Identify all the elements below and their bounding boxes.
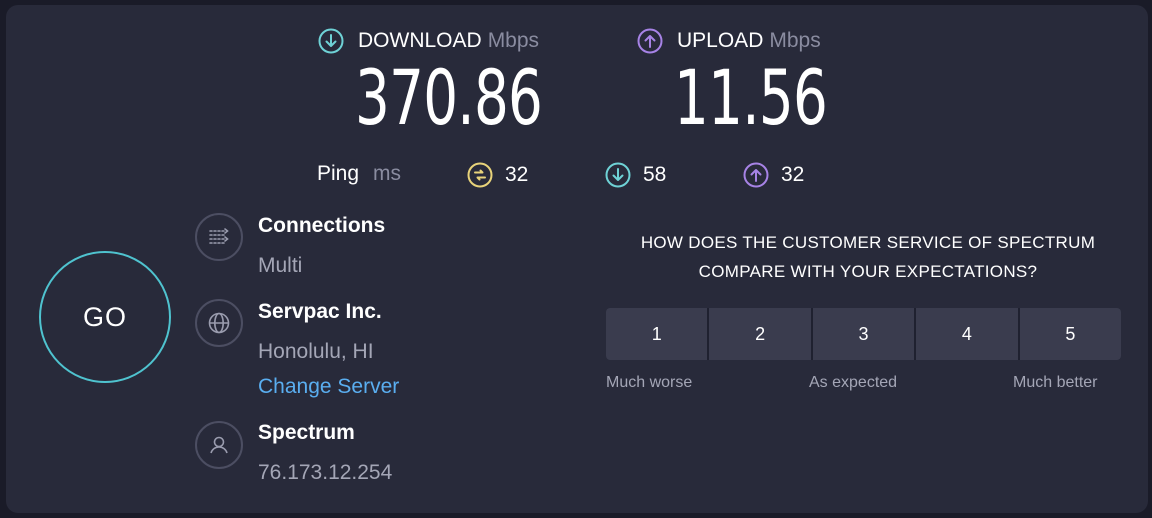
server-title: Servpac Inc. [258, 300, 382, 323]
rating-scale: 1 2 3 4 5 [606, 308, 1121, 360]
arrow-down-circle-icon [318, 28, 344, 54]
change-server-link[interactable]: Change Server [258, 375, 399, 399]
connections-icon [195, 213, 243, 261]
connections-title: Connections [258, 214, 386, 237]
rating-option-4[interactable]: 4 [916, 308, 1018, 360]
rating-option-1[interactable]: 1 [606, 308, 708, 360]
upload-label: UPLOAD [677, 29, 764, 52]
ping-unit: ms [373, 162, 402, 185]
rating-option-5[interactable]: 5 [1019, 308, 1121, 360]
arrow-up-circle-icon [637, 28, 663, 54]
provider-title: Spectrum [258, 421, 355, 444]
ping-upload: 32 [743, 162, 804, 188]
download-unit: Mbps [487, 29, 540, 52]
survey-question-line1: HOW DOES THE CUSTOMER SERVICE OF SPECTRU… [640, 233, 1096, 252]
survey-question: HOW DOES THE CUSTOMER SERVICE OF SPECTRU… [598, 228, 1138, 286]
server-location: Honolulu, HI [258, 340, 374, 363]
speedtest-panel: DOWNLOAD Mbps 370.86 UPLOAD Mbps 11.56 P… [6, 5, 1148, 513]
ping-idle: 32 [467, 162, 528, 188]
connections-value: Multi [258, 254, 303, 277]
upload-unit: Mbps [769, 29, 821, 52]
rating-label-mid: As expected [809, 374, 898, 391]
rating-label-high: Much better [1013, 374, 1098, 391]
jitter-icon [467, 162, 493, 188]
download-header: DOWNLOAD Mbps [318, 28, 539, 54]
upload-header: UPLOAD Mbps [637, 28, 821, 54]
rating-option-3[interactable]: 3 [812, 308, 915, 360]
globe-icon [195, 299, 243, 347]
ping-label: Ping [317, 162, 360, 185]
ping-idle-value: 32 [505, 163, 529, 186]
rating-label-low: Much worse [606, 374, 693, 391]
survey-question-line2: COMPARE WITH YOUR EXPECTATIONS? [698, 262, 1038, 281]
upload-value: 11.56 [674, 53, 828, 142]
download-label: DOWNLOAD [358, 29, 482, 52]
ping-label-group: Ping ms [317, 162, 401, 186]
ping-download: 58 [605, 162, 666, 188]
provider-ip: 76.173.12.254 [258, 461, 393, 484]
download-value: 370.86 [355, 53, 543, 142]
ping-upload-value: 32 [781, 163, 805, 186]
user-icon [195, 421, 243, 469]
ping-download-value: 58 [643, 163, 667, 186]
go-button[interactable]: GO [39, 251, 171, 383]
arrow-up-circle-icon [743, 162, 769, 188]
arrow-down-circle-icon [605, 162, 631, 188]
rating-option-2[interactable]: 2 [709, 308, 811, 360]
